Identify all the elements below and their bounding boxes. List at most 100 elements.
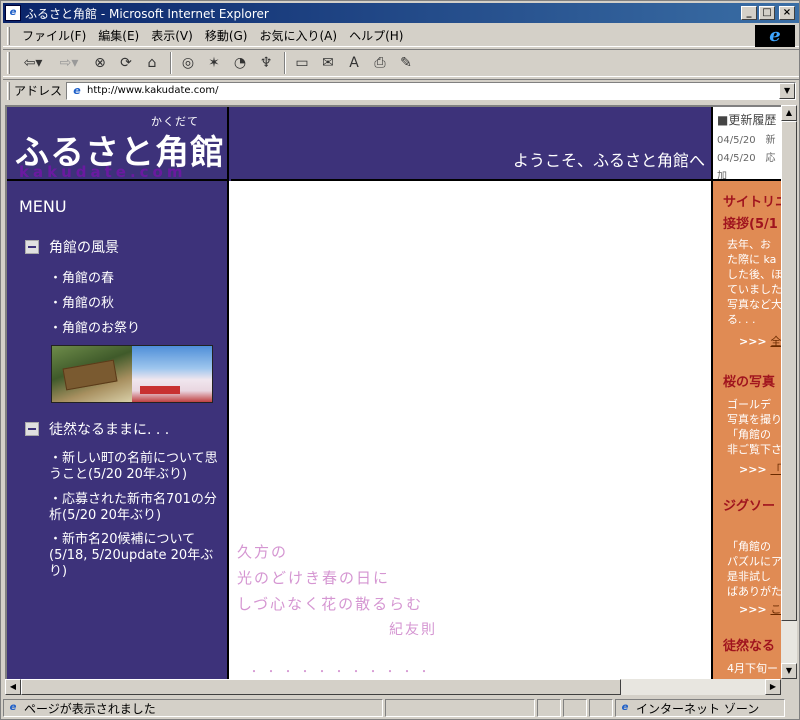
page-viewport: かくだて ふるさと角館 kakudate.com ようこそ、ふるさと角館へ ■更… [5, 105, 781, 679]
print-icon[interactable]: ⎙ [368, 52, 392, 74]
status-pane-empty [563, 699, 587, 717]
ie-page-icon: e [9, 702, 17, 713]
photo-bridge [52, 346, 132, 402]
address-bar: アドレス e http://www.kakudate.com/ ▼ [3, 79, 799, 101]
main-content: 久方の 光のどけき春の日に しづ心なく花の散るらむ 紀友則 ・・・・・・・・・・… [231, 181, 711, 679]
poem-line: しづ心なく花の散るらむ [237, 595, 424, 613]
news-text: ゴールデ [727, 398, 771, 411]
menu-go[interactable]: 移動(G) [199, 27, 254, 44]
read-more-link[interactable]: 全文 [770, 335, 781, 348]
news-text: 「角館の [727, 540, 771, 553]
news-link[interactable]: >>> 「角 [739, 461, 781, 477]
fullscreen-icon[interactable]: ▭ [290, 52, 314, 74]
menubar-grip [7, 26, 10, 45]
vertical-scroll-thumb[interactable] [781, 121, 797, 621]
news-text: した後、ほ [727, 268, 781, 281]
history-icon[interactable]: ◔ [228, 52, 252, 74]
close-button[interactable]: × [779, 6, 795, 20]
update-row[interactable]: 04/5/20 応 [717, 149, 781, 164]
horizontal-scrollbar[interactable]: ◀ ▶ [5, 679, 781, 695]
news-heading: 接拶(5/1 [723, 217, 778, 232]
section-scenery: 角館の風景 [25, 237, 119, 257]
news-text: 4月下旬ー [727, 662, 778, 675]
menu-file[interactable]: ファイル(F) [16, 27, 92, 44]
sidebar-link-spring[interactable]: ・角館の春 [49, 271, 219, 287]
font-icon[interactable]: A [342, 52, 366, 74]
status-pane: e ページが表示されました [3, 699, 383, 717]
news-body: 去年、お た際に ka した後、ほ ていました 写真など大 る. . . [727, 237, 781, 327]
news-text: ばありがた [727, 585, 781, 598]
vertical-scrollbar[interactable]: ▲ ▼ [781, 105, 797, 679]
news-text: ていました [727, 283, 781, 296]
menu-favorites[interactable]: お気に入り(A) [253, 27, 343, 44]
poem-line: 久方の [237, 543, 289, 561]
sidebar-link-candidates[interactable]: ・新市名20候補について(5/18, 5/20update 20年ぶり) [49, 532, 219, 580]
news-link[interactable]: >>> 全文 [739, 333, 781, 349]
addressbar-grip [7, 81, 10, 100]
forward-arrow-icon[interactable]: ⇨▾ [52, 52, 86, 74]
channels-icon[interactable]: ♆ [254, 52, 278, 74]
browser-window: e ふるさと角館 - Microsoft Internet Explorer _… [0, 0, 800, 720]
maximize-button[interactable]: □ [759, 6, 775, 20]
collapse-icon[interactable] [25, 422, 39, 436]
stop-icon[interactable]: ⊗ [88, 52, 112, 74]
scroll-left-icon[interactable]: ◀ [5, 679, 21, 695]
collapse-icon[interactable] [25, 240, 39, 254]
sidebar-link-analysis[interactable]: ・応募された新市名701の分析(5/20 20年ぶり) [49, 492, 219, 524]
address-url[interactable]: http://www.kakudate.com/ [87, 85, 218, 96]
mail-icon[interactable]: ✉ [316, 52, 340, 74]
welcome-banner: ようこそ、ふるさと角館へ [231, 107, 711, 181]
status-pane-empty [385, 699, 535, 717]
minimize-button[interactable]: _ [741, 6, 757, 20]
edit-icon[interactable]: ✎ [394, 52, 418, 74]
update-history-title: ■更新履歴 [717, 113, 777, 127]
globe-icon: e [621, 702, 629, 713]
scenery-photo[interactable] [51, 345, 213, 403]
news-text: パズルにア [727, 555, 781, 568]
search-icon[interactable]: ◎ [176, 52, 200, 74]
link-prefix: >>> [739, 603, 771, 616]
home-icon[interactable]: ⌂ [140, 52, 164, 74]
sidebar-menu: MENU 角館の風景 ・角館の春 ・角館の秋 ・角館のお祭り 徒然なるままに. … [7, 181, 229, 679]
news-text: 去年、お [727, 238, 771, 251]
news-text: た際に ka [727, 253, 777, 266]
menu-view[interactable]: 表示(V) [145, 27, 199, 44]
news-text: る. . . [727, 313, 756, 326]
zone-pane: e インターネット ゾーン [615, 699, 785, 717]
link-prefix: >>> [739, 463, 771, 476]
address-dropdown-icon[interactable]: ▼ [779, 82, 796, 99]
puzzle-link[interactable]: こち [770, 603, 781, 616]
menu-help[interactable]: ヘルプ(H) [343, 27, 409, 44]
scroll-up-icon[interactable]: ▲ [781, 105, 797, 121]
address-input[interactable]: e http://www.kakudate.com/ ▼ [66, 81, 797, 100]
sidebar-link-new-name[interactable]: ・新しい町の名前について思うこと(5/20 20年ぶり) [49, 451, 219, 483]
toolbar-grip [7, 52, 10, 74]
update-row[interactable]: 04/5/20 新 [717, 131, 781, 146]
news-heading: 徒然なる [723, 639, 776, 654]
news-heading: サイトリニ [723, 195, 781, 210]
news-text: 非ご覧下さ [727, 443, 781, 456]
photo-link[interactable]: 「角 [770, 463, 781, 476]
welcome-text: ようこそ、ふるさと角館へ [512, 151, 705, 170]
news-link[interactable]: >>> こち [739, 601, 781, 617]
news-text: 写真など大 [727, 298, 781, 311]
menu-edit[interactable]: 編集(E) [92, 27, 145, 44]
refresh-icon[interactable]: ⟳ [114, 52, 138, 74]
scroll-right-icon[interactable]: ▶ [765, 679, 781, 695]
back-arrow-icon[interactable]: ⇦▾ [16, 52, 50, 74]
favorites-icon[interactable]: ✶ [202, 52, 226, 74]
news-heading: ジグソー [723, 499, 776, 514]
photo-cherry-blossoms [132, 346, 212, 402]
scroll-down-icon[interactable]: ▼ [781, 663, 797, 679]
section-label: 徒然なるままに. . . [49, 422, 170, 438]
news-text: 是非試し [727, 570, 771, 583]
sidebar-link-festival[interactable]: ・角館のお祭り [49, 321, 219, 337]
sidebar-link-autumn[interactable]: ・角館の秋 [49, 296, 219, 312]
news-body: 4月下旬ー [727, 661, 781, 676]
poem-author: 紀友則 [389, 622, 437, 638]
site-logo[interactable]: かくだて ふるさと角館 kakudate.com [7, 107, 229, 181]
link-prefix: >>> [739, 335, 771, 348]
update-row[interactable]: 加 [717, 167, 781, 179]
status-text: ページが表示されました [24, 701, 156, 716]
horizontal-scroll-thumb[interactable] [21, 679, 621, 695]
